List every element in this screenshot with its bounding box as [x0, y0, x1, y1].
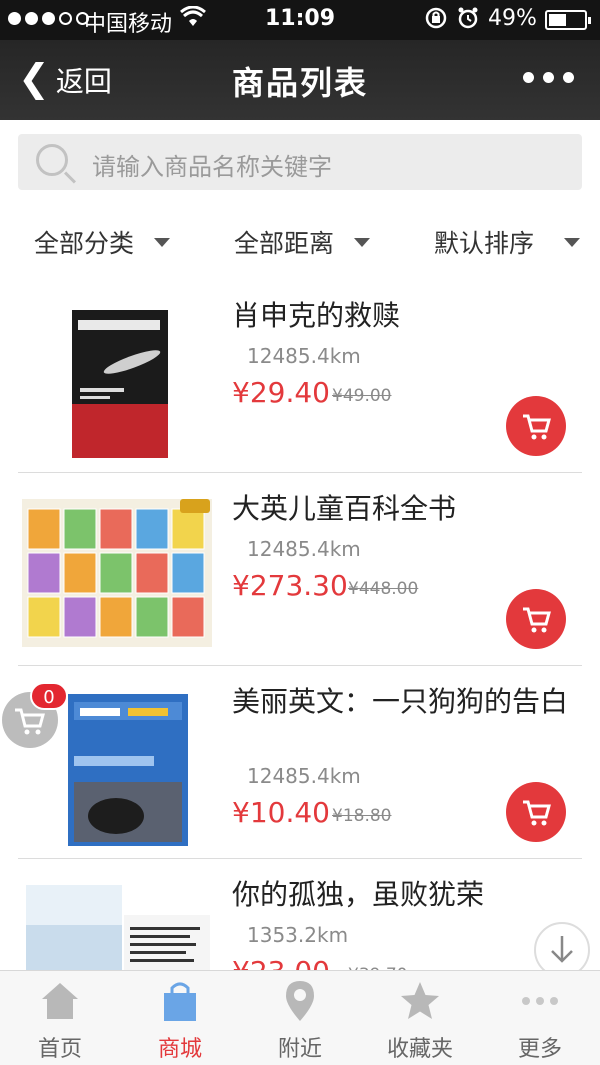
product-name: 你的孤独，虽败犹荣: [232, 878, 485, 911]
filter-category-label: 全部分类: [34, 229, 135, 258]
rotation-lock-icon: [424, 6, 448, 36]
caret-down-icon: [354, 237, 371, 247]
arrow-down-icon: [551, 936, 573, 963]
shopping-bag-icon: [164, 982, 196, 1021]
search-icon: [36, 144, 68, 176]
product-name: 肖申克的救赎: [232, 299, 401, 332]
caret-down-icon: [154, 237, 171, 247]
tab-nearby[interactable]: 附近: [240, 971, 360, 1065]
product-distance: 1353.2km: [247, 923, 349, 947]
filter-row: 全部分类 全部距离 默认排序: [0, 210, 600, 274]
product-price: ¥29.40: [232, 376, 330, 409]
location-pin-icon: [286, 981, 314, 1021]
cart-icon: [523, 414, 551, 440]
page-title: 商品列表: [231, 64, 368, 102]
tab-mall-label: 商城: [157, 1037, 202, 1062]
home-icon: [42, 983, 78, 1019]
list-item[interactable]: 美丽英文：一只狗狗的告白 12485.4km ¥10.40 ¥18.80: [0, 666, 600, 859]
battery-level-fill: [549, 14, 566, 26]
caret-down-icon: [564, 237, 581, 247]
tab-more-label: 更多: [517, 1037, 562, 1062]
alarm-icon: [456, 6, 480, 36]
battery-percent: 49%: [488, 6, 537, 31]
cart-icon: [523, 800, 551, 826]
product-price: ¥273.30: [232, 569, 348, 602]
list-item[interactable]: 大英儿童百科全书 12485.4km ¥273.30 ¥448.00: [0, 473, 600, 666]
product-name: 大英儿童百科全书: [232, 492, 457, 525]
search-placeholder: 请输入商品名称关键字: [92, 153, 332, 181]
nav-bar: ❮ 返回 商品列表: [0, 40, 600, 120]
add-to-cart-button[interactable]: [506, 782, 566, 842]
product-original-price: ¥18.80: [332, 806, 392, 826]
search-input[interactable]: 请输入商品名称关键字: [18, 134, 582, 190]
product-original-price: ¥49.00: [332, 386, 392, 406]
product-distance: 12485.4km: [247, 764, 361, 788]
star-icon: [401, 982, 439, 1019]
product-original-price: ¥448.00: [348, 579, 419, 599]
tab-favorites[interactable]: 收藏夹: [360, 971, 480, 1065]
list-item[interactable]: 肖申克的救赎 12485.4km ¥29.40 ¥49.00: [0, 280, 600, 473]
product-distance: 12485.4km: [247, 537, 361, 561]
cart-count-badge: 0: [30, 682, 68, 710]
tab-home-label: 首页: [37, 1037, 82, 1062]
more-options-button[interactable]: [523, 72, 574, 83]
filter-category[interactable]: 全部分类: [34, 224, 171, 260]
cart-icon: [523, 607, 551, 633]
list-item[interactable]: 你的孤独，虽败犹荣 1353.2km ¥23.00 ¥39.70: [0, 859, 600, 1041]
tab-nearby-label: 附近: [277, 1037, 322, 1062]
product-name: 美丽英文：一只狗狗的告白: [232, 685, 569, 718]
filter-sort-label: 默认排序: [434, 229, 535, 258]
bottom-tab-bar: 首页 商城 附近 收藏夹 更多: [0, 970, 600, 1065]
floating-cart-button[interactable]: 0: [2, 682, 68, 748]
tab-favorites-label: 收藏夹: [386, 1037, 453, 1062]
add-to-cart-button[interactable]: [506, 396, 566, 456]
filter-distance-label: 全部距离: [234, 229, 335, 258]
product-image: [20, 485, 214, 655]
filter-distance[interactable]: 全部距离: [234, 224, 371, 260]
product-price: ¥10.40: [232, 796, 330, 829]
tab-more[interactable]: 更多: [480, 971, 600, 1065]
more-dots-icon: [522, 997, 558, 1005]
status-bar: 中国移动 11:09 49%: [0, 0, 600, 40]
battery-icon: [545, 10, 591, 30]
tab-mall[interactable]: 商城: [120, 971, 240, 1065]
product-distance: 12485.4km: [247, 344, 361, 368]
product-image: [20, 292, 214, 462]
tab-home[interactable]: 首页: [0, 971, 120, 1065]
add-to-cart-button[interactable]: [506, 589, 566, 649]
filter-sort[interactable]: 默认排序: [434, 224, 581, 260]
